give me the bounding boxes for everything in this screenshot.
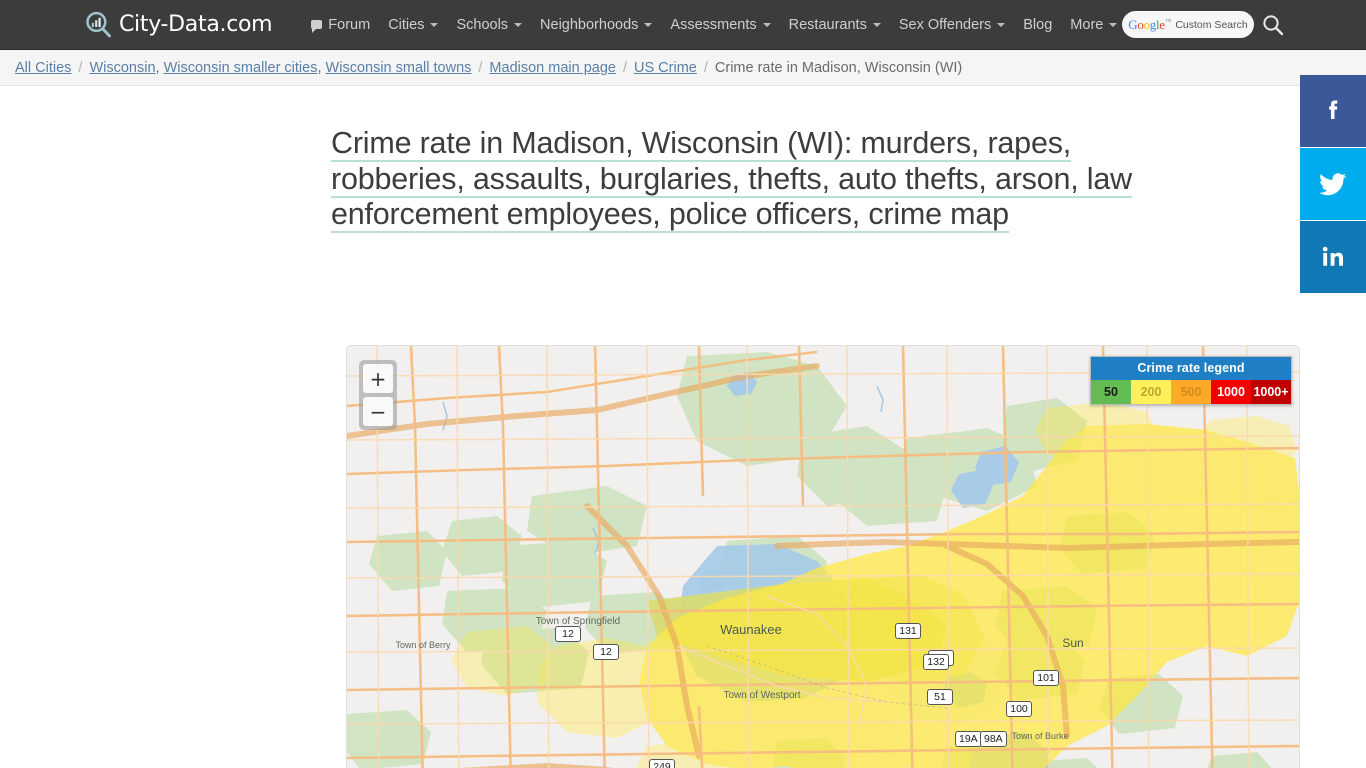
breadcrumb-item-madison-main-page[interactable]: Madison main page: [489, 60, 616, 76]
nav-label: More: [1070, 16, 1104, 33]
map-tiles[interactable]: Town of Springfield Waunakee Town of Berry…: [347, 346, 1299, 768]
page-title-line-3: enforcement employees, police officers, …: [331, 197, 1009, 233]
nav-label: Sex Offenders: [898, 16, 992, 33]
nav-item-cities[interactable]: Cities: [379, 11, 447, 39]
google-wordmark: Google™: [1128, 16, 1172, 32]
breadcrumb-item-all-cities[interactable]: All Cities: [15, 60, 71, 76]
breadcrumb-item-wisconsin-small-towns[interactable]: Wisconsin small towns: [326, 60, 472, 76]
top-navbar: City-Data.com Forum Cities Schools Neigh…: [0, 0, 1366, 50]
highway-shield: 19A: [955, 731, 982, 747]
nav-item-forum[interactable]: Forum: [302, 11, 379, 39]
search-icon[interactable]: [1262, 14, 1284, 36]
highway-shield: 131: [895, 623, 921, 639]
magnifier-chart-logo-icon: [85, 11, 112, 38]
nav-item-neighborhoods[interactable]: Neighborhoods: [531, 11, 661, 39]
highway-shield: 51: [927, 689, 953, 705]
highway-shield: 98A: [980, 731, 1007, 747]
nav-item-assessments[interactable]: Assessments: [661, 11, 779, 39]
breadcrumb-current-page: Crime rate in Madison, Wisconsin (WI): [714, 59, 963, 76]
chevron-down-icon: [762, 22, 771, 27]
highway-shield: 249: [649, 759, 675, 768]
highway-shield: 100: [1006, 701, 1032, 717]
chevron-down-icon: [514, 22, 523, 27]
nav-item-schools[interactable]: Schools: [447, 11, 531, 39]
chevron-down-icon: [997, 22, 1006, 27]
trademark-symbol: ™: [1164, 17, 1172, 26]
share-twitter-button[interactable]: [1300, 148, 1366, 220]
facebook-icon: [1318, 96, 1348, 126]
zoom-out-button[interactable]: −: [363, 397, 393, 426]
nav-item-sex-offenders[interactable]: Sex Offenders: [890, 11, 1014, 39]
nav-label: Assessments: [670, 16, 757, 33]
highway-shield: 12: [555, 626, 581, 642]
breadcrumb-separator: /: [703, 59, 708, 76]
forum-icon: [311, 20, 323, 33]
social-share-rail: [1300, 75, 1366, 367]
page-title-line-2: robberies, assaults, burglaries, thefts,…: [331, 161, 1132, 198]
brand-name: City-Data.com: [119, 12, 273, 37]
nav-item-more[interactable]: More: [1061, 11, 1126, 39]
nav-item-blog[interactable]: Blog: [1014, 11, 1061, 39]
chevron-down-icon: [1109, 22, 1118, 27]
chevron-down-icon: [872, 22, 881, 27]
highway-shield-layer: 1212131611321015110019A98A2492501B1C138A…: [347, 346, 1299, 768]
zoom-in-button[interactable]: +: [363, 364, 393, 393]
legend-cell-50: 50: [1091, 380, 1131, 404]
crime-rate-legend: Crime rate legend 50 200 500 1000 1000+: [1090, 356, 1292, 405]
breadcrumb: All Cities / Wisconsin, Wisconsin smalle…: [0, 50, 1366, 86]
legend-cell-200: 200: [1131, 380, 1171, 404]
breadcrumb-item-wisconsin-smaller-cities[interactable]: Wisconsin smaller cities: [164, 60, 318, 76]
search-area: Google™ Custom Search: [1122, 11, 1284, 38]
breadcrumb-comma: ,: [317, 59, 326, 76]
breadcrumb-separator: /: [478, 59, 483, 76]
highway-shield: 132: [923, 654, 949, 670]
nav-label: Forum: [328, 16, 371, 33]
breadcrumb-comma: ,: [155, 59, 164, 76]
chevron-down-icon: [430, 22, 439, 27]
legend-title: Crime rate legend: [1091, 357, 1291, 380]
nav-label: Cities: [388, 16, 425, 33]
chevron-down-icon: [644, 22, 653, 27]
nav-label: Restaurants: [788, 16, 867, 33]
breadcrumb-item-us-crime[interactable]: US Crime: [634, 60, 697, 76]
page-title-line-1: Crime rate in Madison, Wisconsin (WI): m…: [331, 126, 1072, 162]
crime-map[interactable]: Town of Springfield Waunakee Town of Berry…: [346, 345, 1300, 768]
nav-item-restaurants[interactable]: Restaurants: [780, 11, 890, 39]
legend-cell-500: 500: [1171, 380, 1211, 404]
legend-cell-1000: 1000: [1211, 380, 1251, 404]
nav-label: Neighborhoods: [540, 16, 639, 33]
nav-label: Blog: [1023, 16, 1053, 33]
site-logo-link[interactable]: City-Data.com: [85, 11, 273, 38]
breadcrumb-separator: /: [78, 59, 83, 76]
map-zoom-control: + −: [359, 360, 397, 430]
breadcrumb-separator: /: [622, 59, 628, 76]
page-title: Crime rate in Madison, Wisconsin (WI): m…: [0, 86, 1190, 233]
share-more-button[interactable]: [1300, 294, 1366, 366]
share-facebook-button[interactable]: [1300, 75, 1366, 147]
legend-scale: 50 200 500 1000 1000+: [1091, 380, 1291, 404]
legend-cell-1000plus: 1000+: [1251, 380, 1291, 404]
share-linkedin-button[interactable]: [1300, 221, 1366, 293]
highway-shield: 101: [1033, 670, 1059, 686]
breadcrumb-item-wisconsin[interactable]: Wisconsin: [89, 60, 155, 76]
custom-search-label: Custom Search: [1175, 18, 1248, 31]
highway-shield: 12: [593, 644, 619, 660]
nav-label: Schools: [456, 16, 509, 33]
twitter-icon: [1317, 168, 1349, 200]
nav-menu: Forum Cities Schools Neighborhoods Asses…: [302, 11, 1126, 39]
linkedin-icon: [1318, 242, 1348, 272]
google-custom-search-input[interactable]: Google™ Custom Search: [1122, 11, 1254, 38]
page-content: Crime rate in Madison, Wisconsin (WI): m…: [0, 86, 1300, 768]
